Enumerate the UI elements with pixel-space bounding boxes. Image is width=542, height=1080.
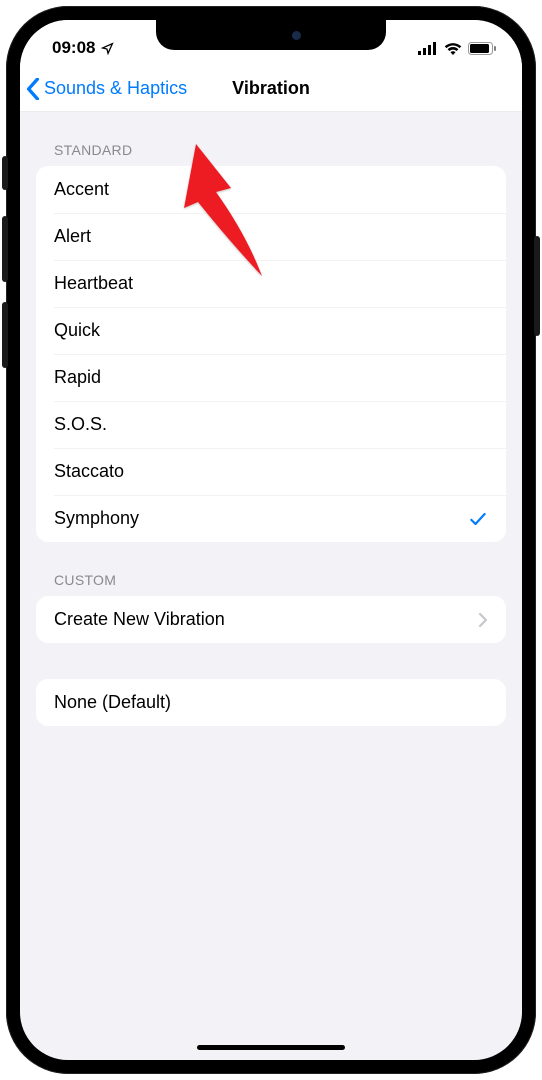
screen: 09:08 Sounds & Haptics Vibration STANDAR… (20, 20, 522, 1060)
row-symphony[interactable]: Symphony (36, 495, 506, 542)
wifi-icon (444, 42, 462, 55)
row-accent[interactable]: Accent (36, 166, 506, 213)
page-title: Vibration (232, 78, 310, 99)
battery-icon (468, 42, 496, 55)
checkmark-icon (468, 509, 488, 529)
row-sos[interactable]: S.O.S. (36, 401, 506, 448)
volume-up-button (2, 216, 8, 282)
content: STANDARD Accent Alert Heartbeat Quick Ra… (20, 112, 522, 1060)
row-rapid[interactable]: Rapid (36, 354, 506, 401)
nav-bar: Sounds & Haptics Vibration (20, 66, 522, 112)
row-label: Symphony (54, 508, 139, 529)
row-label: None (Default) (54, 692, 171, 713)
iphone-frame: 09:08 Sounds & Haptics Vibration STANDAR… (6, 6, 536, 1074)
power-button (534, 236, 540, 336)
row-staccato[interactable]: Staccato (36, 448, 506, 495)
home-indicator[interactable] (197, 1045, 345, 1050)
back-button[interactable]: Sounds & Haptics (20, 78, 187, 100)
row-label: Staccato (54, 461, 124, 482)
row-label: Heartbeat (54, 273, 133, 294)
row-quick[interactable]: Quick (36, 307, 506, 354)
row-heartbeat[interactable]: Heartbeat (36, 260, 506, 307)
volume-down-button (2, 302, 8, 368)
section-header-custom: CUSTOM (36, 542, 506, 596)
row-label: S.O.S. (54, 414, 107, 435)
group-standard: Accent Alert Heartbeat Quick Rapid S.O.S… (36, 166, 506, 542)
chevron-right-icon (478, 612, 488, 628)
status-time: 09:08 (52, 38, 95, 58)
row-create-new-vibration[interactable]: Create New Vibration (36, 596, 506, 643)
group-none: None (Default) (36, 679, 506, 726)
row-label: Alert (54, 226, 91, 247)
group-custom: Create New Vibration (36, 596, 506, 643)
chevron-left-icon (26, 78, 40, 100)
row-label: Quick (54, 320, 100, 341)
row-none-default[interactable]: None (Default) (36, 679, 506, 726)
row-alert[interactable]: Alert (36, 213, 506, 260)
back-label: Sounds & Haptics (44, 78, 187, 99)
row-label: Rapid (54, 367, 101, 388)
row-label: Create New Vibration (54, 609, 225, 630)
location-icon (101, 42, 114, 55)
mute-switch (2, 156, 8, 190)
notch (156, 20, 386, 50)
section-header-standard: STANDARD (36, 112, 506, 166)
cellular-icon (418, 42, 438, 55)
row-label: Accent (54, 179, 109, 200)
